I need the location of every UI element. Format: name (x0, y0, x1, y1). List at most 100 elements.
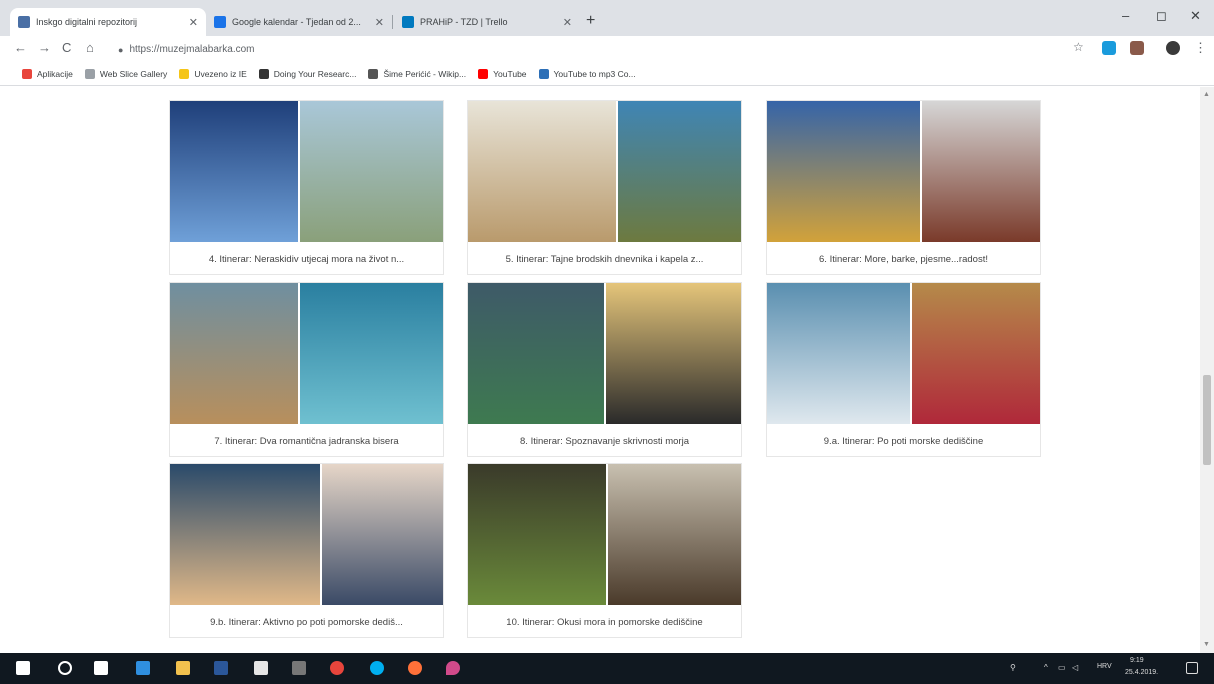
back-arrow-icon[interactable]: ← (14, 40, 27, 55)
bookmark-youtube-mp3[interactable]: YouTube to mp3 Co... (538, 68, 636, 79)
card-image (767, 101, 1040, 242)
bookmark-label: YouTube (493, 68, 527, 79)
file-explorer-icon[interactable] (176, 661, 190, 675)
people-icon[interactable]: ⚲ (1010, 663, 1016, 672)
card-caption: 9.b. Itinerar: Aktivno po poti pomorske … (210, 616, 403, 628)
clock-time[interactable]: 9:19 (1130, 657, 1144, 664)
scroll-down-arrow-icon[interactable]: ▼ (1203, 641, 1210, 648)
card-photo-left (170, 101, 298, 242)
apps-grid-icon (22, 68, 32, 79)
itinerary-card-6[interactable]: 6. Itinerar: More, barke, pjesme...rados… (766, 100, 1041, 275)
bookmark-label: Doing Your Researc... (273, 68, 357, 79)
tray-arrow-icon[interactable]: ^ (1044, 663, 1048, 672)
bookmark-doing-research[interactable]: Doing Your Researc... (258, 68, 357, 79)
home-icon[interactable]: ⌂ (86, 40, 94, 55)
scrollbar-thumb[interactable] (1203, 375, 1211, 465)
search-icon[interactable] (58, 661, 72, 675)
skype-icon[interactable] (370, 661, 384, 675)
card-image (767, 283, 1040, 424)
bookmark-folder-ie[interactable]: Uvezeno iz IE (179, 68, 247, 79)
maximize-button[interactable]: ◻ (1156, 8, 1167, 24)
card-photo-right (608, 464, 741, 605)
extension-skype-icon[interactable] (1102, 41, 1116, 55)
itinerary-card-10[interactable]: 10. Itinerar: Okusi mora in pomorske ded… (467, 463, 742, 638)
minimize-button[interactable]: – (1122, 8, 1129, 23)
scroll-up-arrow-icon[interactable]: ▲ (1203, 91, 1210, 98)
bookmark-label: Web Slice Gallery (99, 68, 168, 79)
task-view-icon[interactable] (94, 661, 108, 675)
card-photo-left (468, 464, 606, 605)
store-icon[interactable] (254, 661, 268, 675)
tab-muzej[interactable]: Inskgo digitalni repozitorij ✕ (10, 8, 206, 36)
card-image (468, 283, 741, 424)
edge-browser-icon[interactable] (136, 661, 150, 675)
chrome-icon[interactable] (330, 661, 344, 675)
card-caption: 8. Itinerar: Spoznavanje skrivnosti morj… (520, 435, 689, 447)
bookmark-youtube[interactable]: YouTube (478, 68, 527, 79)
tab-trello[interactable]: PRAHiP - TZD | Trello ✕ (394, 8, 580, 36)
itinerary-card-4[interactable]: 4. Itinerar: Neraskidiv utjecaj mora na … (169, 100, 444, 275)
clock-date[interactable]: 25.4.2019. (1125, 669, 1158, 676)
menu-kebab-icon[interactable]: ⋮ (1194, 40, 1207, 56)
windows-start-icon[interactable] (16, 661, 30, 675)
card-photo-left (170, 464, 320, 605)
card-image (170, 464, 443, 605)
card-photo-right (300, 101, 443, 242)
bookmark-apps[interactable]: Aplikacije (22, 68, 73, 79)
wikipedia-icon (368, 68, 379, 79)
volume-icon[interactable]: ◁ (1072, 663, 1078, 672)
tab-close-icon[interactable]: ✕ (563, 16, 572, 29)
card-caption: 9.a. Itinerar: Po poti morske dediščine (823, 435, 984, 447)
tab-favicon-icon (402, 16, 414, 28)
media-player-icon[interactable] (292, 661, 306, 675)
bookmarks-bar: Aplikacije Web Slice Gallery Uvezeno iz … (0, 62, 1214, 86)
bookmark-label: YouTube to mp3 Co... (553, 68, 636, 79)
itinerary-card-9b[interactable]: 9.b. Itinerar: Aktivno po poti pomorske … (169, 463, 444, 638)
bookmark-label: Šime Perićić - Wikip... (383, 68, 467, 79)
forward-arrow-icon[interactable]: → (38, 40, 51, 55)
maps-pin-icon[interactable] (446, 661, 460, 675)
card-photo-left (767, 283, 910, 424)
itinerary-card-7[interactable]: 7. Itinerar: Dva romantična jadranska bi… (169, 282, 444, 457)
card-photo-right (922, 101, 1040, 242)
new-tab-button[interactable]: + (586, 12, 595, 30)
firefox-icon[interactable] (408, 661, 422, 675)
bookmark-star-icon[interactable]: ☆ (1073, 40, 1084, 54)
action-center-icon[interactable] (1186, 662, 1198, 674)
itinerary-card-8[interactable]: 8. Itinerar: Spoznavanje skrivnosti morj… (467, 282, 742, 457)
tab-close-icon[interactable]: ✕ (375, 16, 384, 29)
bookmark-web-slice[interactable]: Web Slice Gallery (84, 68, 168, 79)
address-bar[interactable]: ● https://muzejmalabarka.com (118, 39, 1066, 60)
address-url: https://muzejmalabarka.com (129, 44, 255, 55)
tab-close-icon[interactable]: ✕ (189, 16, 198, 29)
youtube-icon (478, 68, 489, 79)
card-photo-right (300, 283, 443, 424)
word-icon[interactable] (214, 661, 228, 675)
profile-avatar[interactable] (1166, 41, 1180, 55)
browser-tab-bar: Inskgo digitalni repozitorij ✕ Google ka… (0, 0, 1214, 36)
card-photo-right (606, 283, 741, 424)
vertical-scrollbar[interactable]: ▲ ▼ (1200, 87, 1214, 653)
converter-icon (538, 68, 549, 79)
card-photo-left (767, 101, 920, 242)
language-indicator[interactable]: HRV (1097, 663, 1112, 670)
itinerary-card-5[interactable]: 5. Itinerar: Tajne brodskih dnevnika i k… (467, 100, 742, 275)
card-caption: 5. Itinerar: Tajne brodskih dnevnika i k… (505, 253, 704, 265)
network-icon[interactable]: ▭ (1058, 663, 1066, 672)
bookmark-wikipedia[interactable]: Šime Perićić - Wikip... (368, 68, 467, 79)
tab-separator (392, 15, 393, 29)
card-image (468, 464, 741, 605)
tab-title: Inskgo digitalni repozitorij (36, 17, 138, 27)
extension-icon[interactable] (1130, 41, 1144, 55)
folder-icon (179, 68, 190, 79)
card-photo-right (618, 101, 741, 242)
tab-title: Google kalendar - Tjedan od 2... (232, 17, 361, 27)
itinerary-card-9a[interactable]: 9.a. Itinerar: Po poti morske dediščine (766, 282, 1041, 457)
close-window-button[interactable]: ✕ (1190, 8, 1201, 24)
card-image (170, 283, 443, 424)
card-photo-right (912, 283, 1040, 424)
card-photo-left (468, 101, 616, 242)
tab-calendar[interactable]: Google kalendar - Tjedan od 2... ✕ (206, 8, 392, 36)
tab-title: PRAHiP - TZD | Trello (420, 17, 508, 27)
reload-icon[interactable]: C (62, 40, 71, 55)
